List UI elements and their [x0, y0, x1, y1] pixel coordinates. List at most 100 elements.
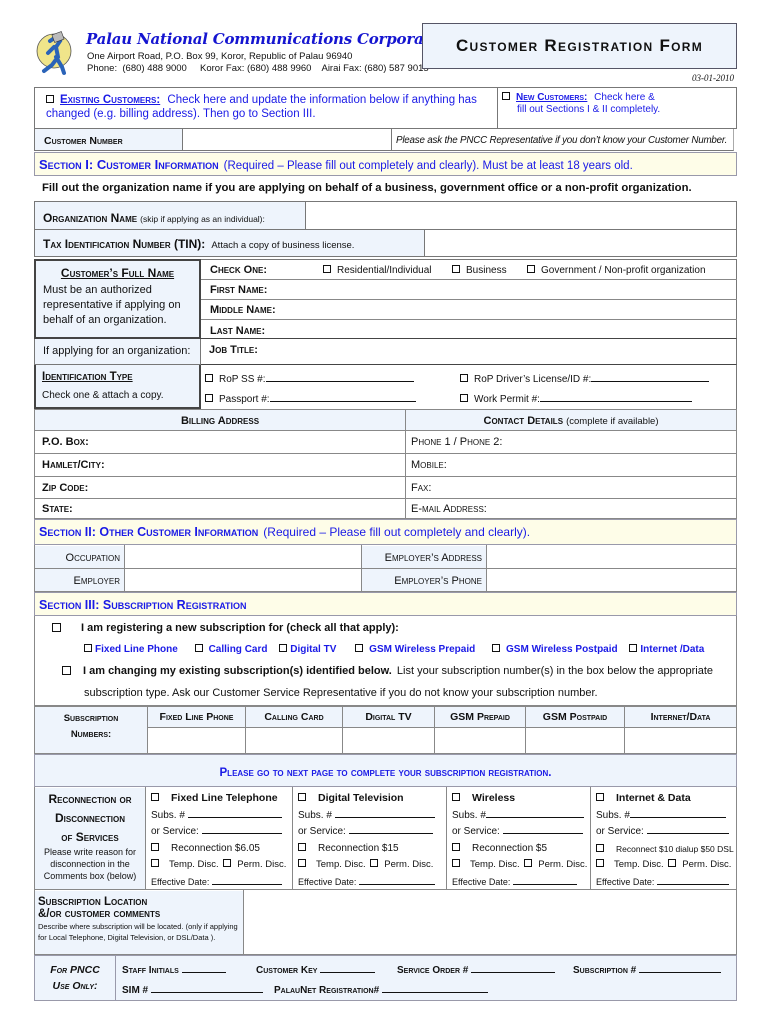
- id-rop-license[interactable]: RoP Driver’s License/ID #:: [460, 372, 710, 385]
- residential-checkbox[interactable]: [323, 265, 331, 274]
- id-work-permit[interactable]: Work Permit #:: [460, 392, 692, 405]
- fixed-line-temp-checkbox[interactable]: [151, 859, 159, 868]
- new-customers-option[interactable]: New Customers: Check here & fill out Sec…: [502, 92, 732, 116]
- internet-reconnect-checkbox[interactable]: [596, 844, 604, 853]
- employer-address-input[interactable]: [487, 546, 736, 568]
- internet-effective-field[interactable]: Effective Date:: [596, 874, 736, 891]
- phone-field[interactable]: Phone 1 / Phone 2:: [411, 436, 502, 448]
- fixed-line-effective-field[interactable]: Effective Date:: [151, 874, 291, 891]
- sub-number-digital-tv-input[interactable]: [343, 728, 434, 753]
- internet-subs-field[interactable]: Subs. #: [596, 808, 736, 825]
- hamlet-city-field[interactable]: Hamlet/City:: [42, 459, 105, 471]
- sub-number-fixed-line-input[interactable]: [148, 728, 245, 753]
- po-box-field[interactable]: P.O. Box:: [42, 436, 89, 448]
- customer-type-residential[interactable]: Residential/Individual: [323, 265, 432, 276]
- employer-input[interactable]: [125, 569, 361, 591]
- sub-type-fixed-line[interactable]: Fixed Line Phone: [84, 644, 178, 655]
- staff-initials-field[interactable]: Staff Initials: [122, 963, 226, 976]
- sub-type-internet[interactable]: Internet /Data: [629, 644, 704, 655]
- digital-tv-perm-checkbox[interactable]: [370, 859, 379, 868]
- state-field[interactable]: State:: [42, 503, 73, 515]
- digital-tv-reconnect[interactable]: Reconnection $15: [298, 841, 444, 858]
- new-customers-checkbox[interactable]: [502, 92, 510, 101]
- change-subscription-option[interactable]: I am changing my existing subscription(s…: [62, 665, 713, 677]
- id-passport[interactable]: Passport #:: [205, 392, 416, 405]
- sub-number-calling-card-input[interactable]: [246, 728, 342, 753]
- tin-input[interactable]: [425, 230, 737, 257]
- sub-type-digital-tv[interactable]: Digital TV: [279, 644, 336, 655]
- subscription-field[interactable]: Subscription #: [573, 963, 722, 976]
- customer-key-field[interactable]: Customer Key: [256, 963, 376, 976]
- sub-type-gsm-prepaid[interactable]: GSM Wireless Prepaid: [355, 644, 475, 655]
- digital-tv-subs-field[interactable]: Subs. #: [298, 808, 444, 825]
- digital-tv-reconnect-checkbox[interactable]: [298, 842, 306, 851]
- customer-number-input[interactable]: [183, 129, 392, 151]
- passport-checkbox[interactable]: [205, 394, 213, 403]
- digital-tv-temp-checkbox[interactable]: [298, 859, 306, 868]
- internet-reconnect[interactable]: Reconnect $10 dialup $50 DSL: [596, 841, 736, 858]
- rop-ss-checkbox[interactable]: [205, 374, 213, 383]
- mobile-field[interactable]: Mobile:: [411, 459, 447, 471]
- reconnection-digital-tv-option[interactable]: Digital Television: [298, 790, 444, 808]
- change-subscription-checkbox[interactable]: [62, 665, 71, 675]
- id-rop-ss[interactable]: RoP SS #:: [205, 372, 414, 385]
- existing-customers-option[interactable]: Existing Customers: Check here and updat…: [46, 93, 491, 121]
- fixed-line-reconnect-checkbox[interactable]: [151, 842, 159, 851]
- palaunet-field[interactable]: PalauNet Registration#: [274, 983, 488, 996]
- digital-tv-service-field[interactable]: or Service:: [298, 824, 444, 841]
- comments-input[interactable]: [244, 891, 736, 954]
- fixed-line-checkbox[interactable]: [84, 644, 92, 653]
- wireless-effective-field[interactable]: Effective Date:: [452, 874, 588, 891]
- business-checkbox[interactable]: [452, 265, 460, 274]
- existing-customers-checkbox[interactable]: [46, 94, 54, 103]
- sub-number-gsm-prepaid-input[interactable]: [435, 728, 525, 753]
- digital-tv-effective-field[interactable]: Effective Date:: [298, 874, 444, 891]
- sim-field[interactable]: SIM #: [122, 983, 263, 996]
- fax-field[interactable]: Fax:: [411, 482, 431, 494]
- internet-perm-checkbox[interactable]: [668, 859, 677, 868]
- wireless-service-checkbox[interactable]: [452, 793, 460, 802]
- wireless-service-field[interactable]: or Service:: [452, 824, 588, 841]
- service-order-field[interactable]: Service Order #: [397, 963, 556, 976]
- wireless-reconnect[interactable]: Reconnection $5: [452, 841, 588, 858]
- internet-service-field[interactable]: or Service:: [596, 824, 736, 841]
- customer-type-business[interactable]: Business: [452, 265, 507, 276]
- new-subscription-option[interactable]: I am registering a new subscription for …: [52, 622, 399, 634]
- email-field[interactable]: E-mail Address:: [411, 503, 487, 515]
- gsm-postpaid-checkbox[interactable]: [492, 644, 501, 653]
- wireless-subs-field[interactable]: Subs. #: [452, 808, 588, 825]
- sub-type-calling-card[interactable]: Calling Card: [194, 644, 267, 655]
- government-checkbox[interactable]: [527, 265, 535, 274]
- fixed-line-perm-checkbox[interactable]: [223, 859, 232, 868]
- internet-temp-checkbox[interactable]: [596, 859, 604, 868]
- customer-type-government[interactable]: Government / Non-profit organization: [527, 265, 706, 276]
- calling-card-checkbox[interactable]: [194, 644, 203, 653]
- occupation-input[interactable]: [125, 546, 361, 568]
- zip-code-field[interactable]: Zip Code:: [42, 482, 88, 494]
- new-subscription-checkbox[interactable]: [52, 622, 61, 632]
- wireless-perm-checkbox[interactable]: [524, 859, 533, 868]
- job-title-field[interactable]: Job Title:: [201, 339, 737, 365]
- org-name-input[interactable]: [306, 201, 737, 230]
- work-permit-checkbox[interactable]: [460, 394, 468, 403]
- wireless-temp-checkbox[interactable]: [452, 859, 460, 868]
- middle-name-field[interactable]: Middle Name:: [210, 304, 276, 316]
- internet-service-checkbox[interactable]: [596, 793, 604, 802]
- wireless-reconnect-checkbox[interactable]: [452, 842, 460, 851]
- reconnection-wireless-option[interactable]: Wireless: [452, 790, 588, 808]
- reconnection-fixed-line-option[interactable]: Fixed Line Telephone: [151, 790, 291, 808]
- gsm-prepaid-checkbox[interactable]: [355, 644, 364, 653]
- fixed-line-service-field[interactable]: or Service:: [151, 824, 291, 841]
- rop-license-checkbox[interactable]: [460, 374, 468, 383]
- sub-number-internet-input[interactable]: [625, 728, 736, 753]
- first-name-field[interactable]: First Name:: [210, 284, 267, 296]
- digital-tv-checkbox[interactable]: [279, 644, 288, 653]
- internet-checkbox[interactable]: [629, 644, 638, 653]
- employer-phone-input[interactable]: [487, 569, 736, 591]
- sub-number-gsm-postpaid-input[interactable]: [526, 728, 624, 753]
- last-name-field[interactable]: Last Name:: [210, 325, 265, 337]
- reconnection-internet-option[interactable]: Internet & Data: [596, 790, 736, 808]
- digital-tv-service-checkbox[interactable]: [298, 793, 306, 802]
- fixed-line-service-checkbox[interactable]: [151, 793, 159, 802]
- fixed-line-reconnect[interactable]: Reconnection $6.05: [151, 841, 291, 858]
